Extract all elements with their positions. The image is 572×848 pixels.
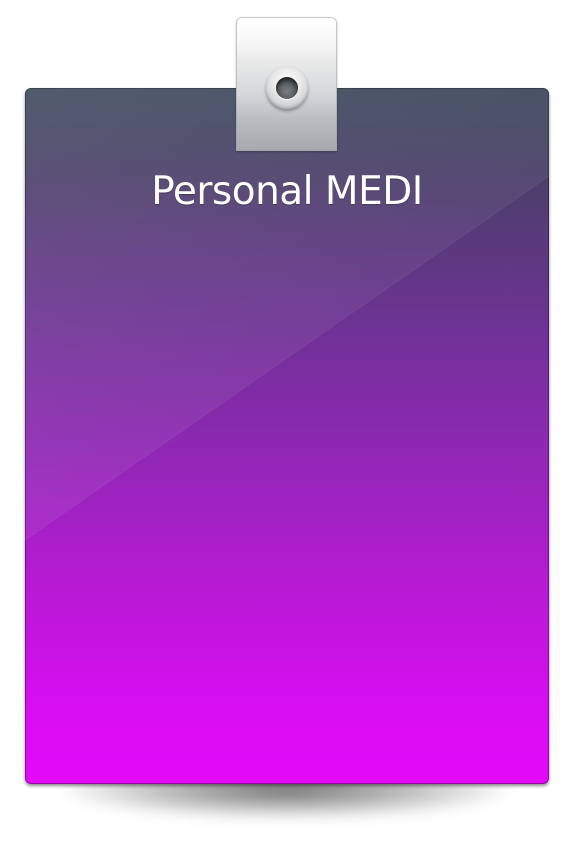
eyelet-icon: [266, 67, 308, 109]
badge-scene: Personal MEDI: [0, 0, 572, 848]
eyelet-hole: [276, 77, 298, 99]
id-card[interactable]: Personal MEDI: [25, 88, 549, 784]
card-title: Personal MEDI: [151, 169, 423, 214]
